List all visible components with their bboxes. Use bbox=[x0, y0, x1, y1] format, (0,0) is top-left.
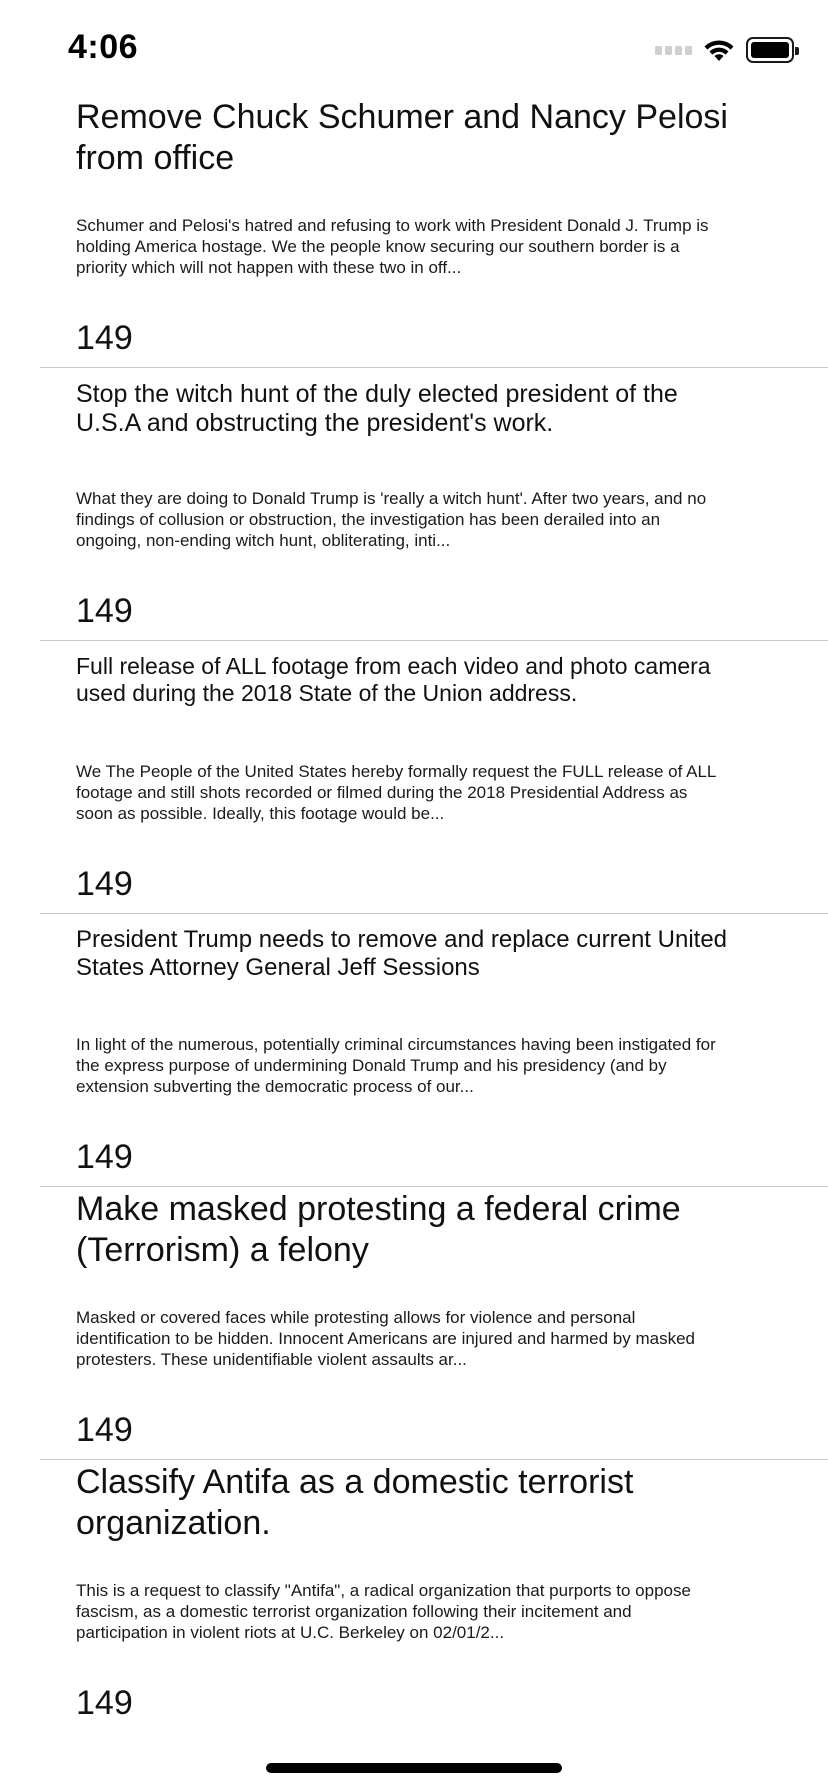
petition-summary: What they are doing to Donald Trump is '… bbox=[76, 489, 707, 550]
signature-count: 149 bbox=[76, 1684, 133, 1722]
status-icons bbox=[655, 36, 799, 64]
petition-title: Remove Chuck Schumer and Nancy Pelosi fr… bbox=[76, 98, 728, 177]
petition-summary: Masked or covered faces while protesting… bbox=[76, 1308, 695, 1369]
petition-summary: We The People of the United States hereb… bbox=[76, 762, 716, 823]
petition-title: Full release of ALL footage from each vi… bbox=[76, 653, 711, 706]
petition-row[interactable]: Remove Chuck Schumer and Nancy Pelosi fr… bbox=[40, 95, 828, 368]
signature-count: 149 bbox=[76, 1411, 133, 1449]
petition-row[interactable]: Full release of ALL footage from each vi… bbox=[40, 641, 828, 914]
petition-summary: Schumer and Pelosi's hatred and refusing… bbox=[76, 216, 709, 277]
petition-title: President Trump needs to remove and repl… bbox=[76, 926, 728, 981]
wifi-icon bbox=[704, 40, 734, 61]
signature-count: 149 bbox=[76, 319, 133, 357]
petition-title: Classify Antifa as a domestic terrorist … bbox=[76, 1463, 634, 1542]
petition-row[interactable]: Stop the witch hunt of the duly elected … bbox=[40, 368, 828, 641]
petition-row[interactable]: President Trump needs to remove and repl… bbox=[40, 914, 828, 1187]
home-indicator[interactable] bbox=[266, 1763, 562, 1773]
signature-count: 149 bbox=[76, 1138, 133, 1176]
petition-row[interactable]: Make masked protesting a federal crime (… bbox=[40, 1187, 828, 1460]
signature-count: 149 bbox=[76, 865, 133, 903]
petition-summary: In light of the numerous, potentially cr… bbox=[76, 1035, 716, 1096]
petition-title: Make masked protesting a federal crime (… bbox=[76, 1190, 681, 1269]
petition-row[interactable]: Classify Antifa as a domestic terrorist … bbox=[40, 1460, 828, 1733]
petition-list: Remove Chuck Schumer and Nancy Pelosi fr… bbox=[0, 95, 828, 1733]
cellular-signal-icon bbox=[655, 45, 692, 55]
status-bar: 4:06 bbox=[0, 0, 828, 96]
status-time: 4:06 bbox=[68, 28, 139, 66]
petition-summary: This is a request to classify "Antifa", … bbox=[76, 1581, 691, 1642]
petition-title: Stop the witch hunt of the duly elected … bbox=[76, 380, 678, 437]
signature-count: 149 bbox=[76, 592, 133, 630]
battery-icon bbox=[746, 37, 799, 63]
